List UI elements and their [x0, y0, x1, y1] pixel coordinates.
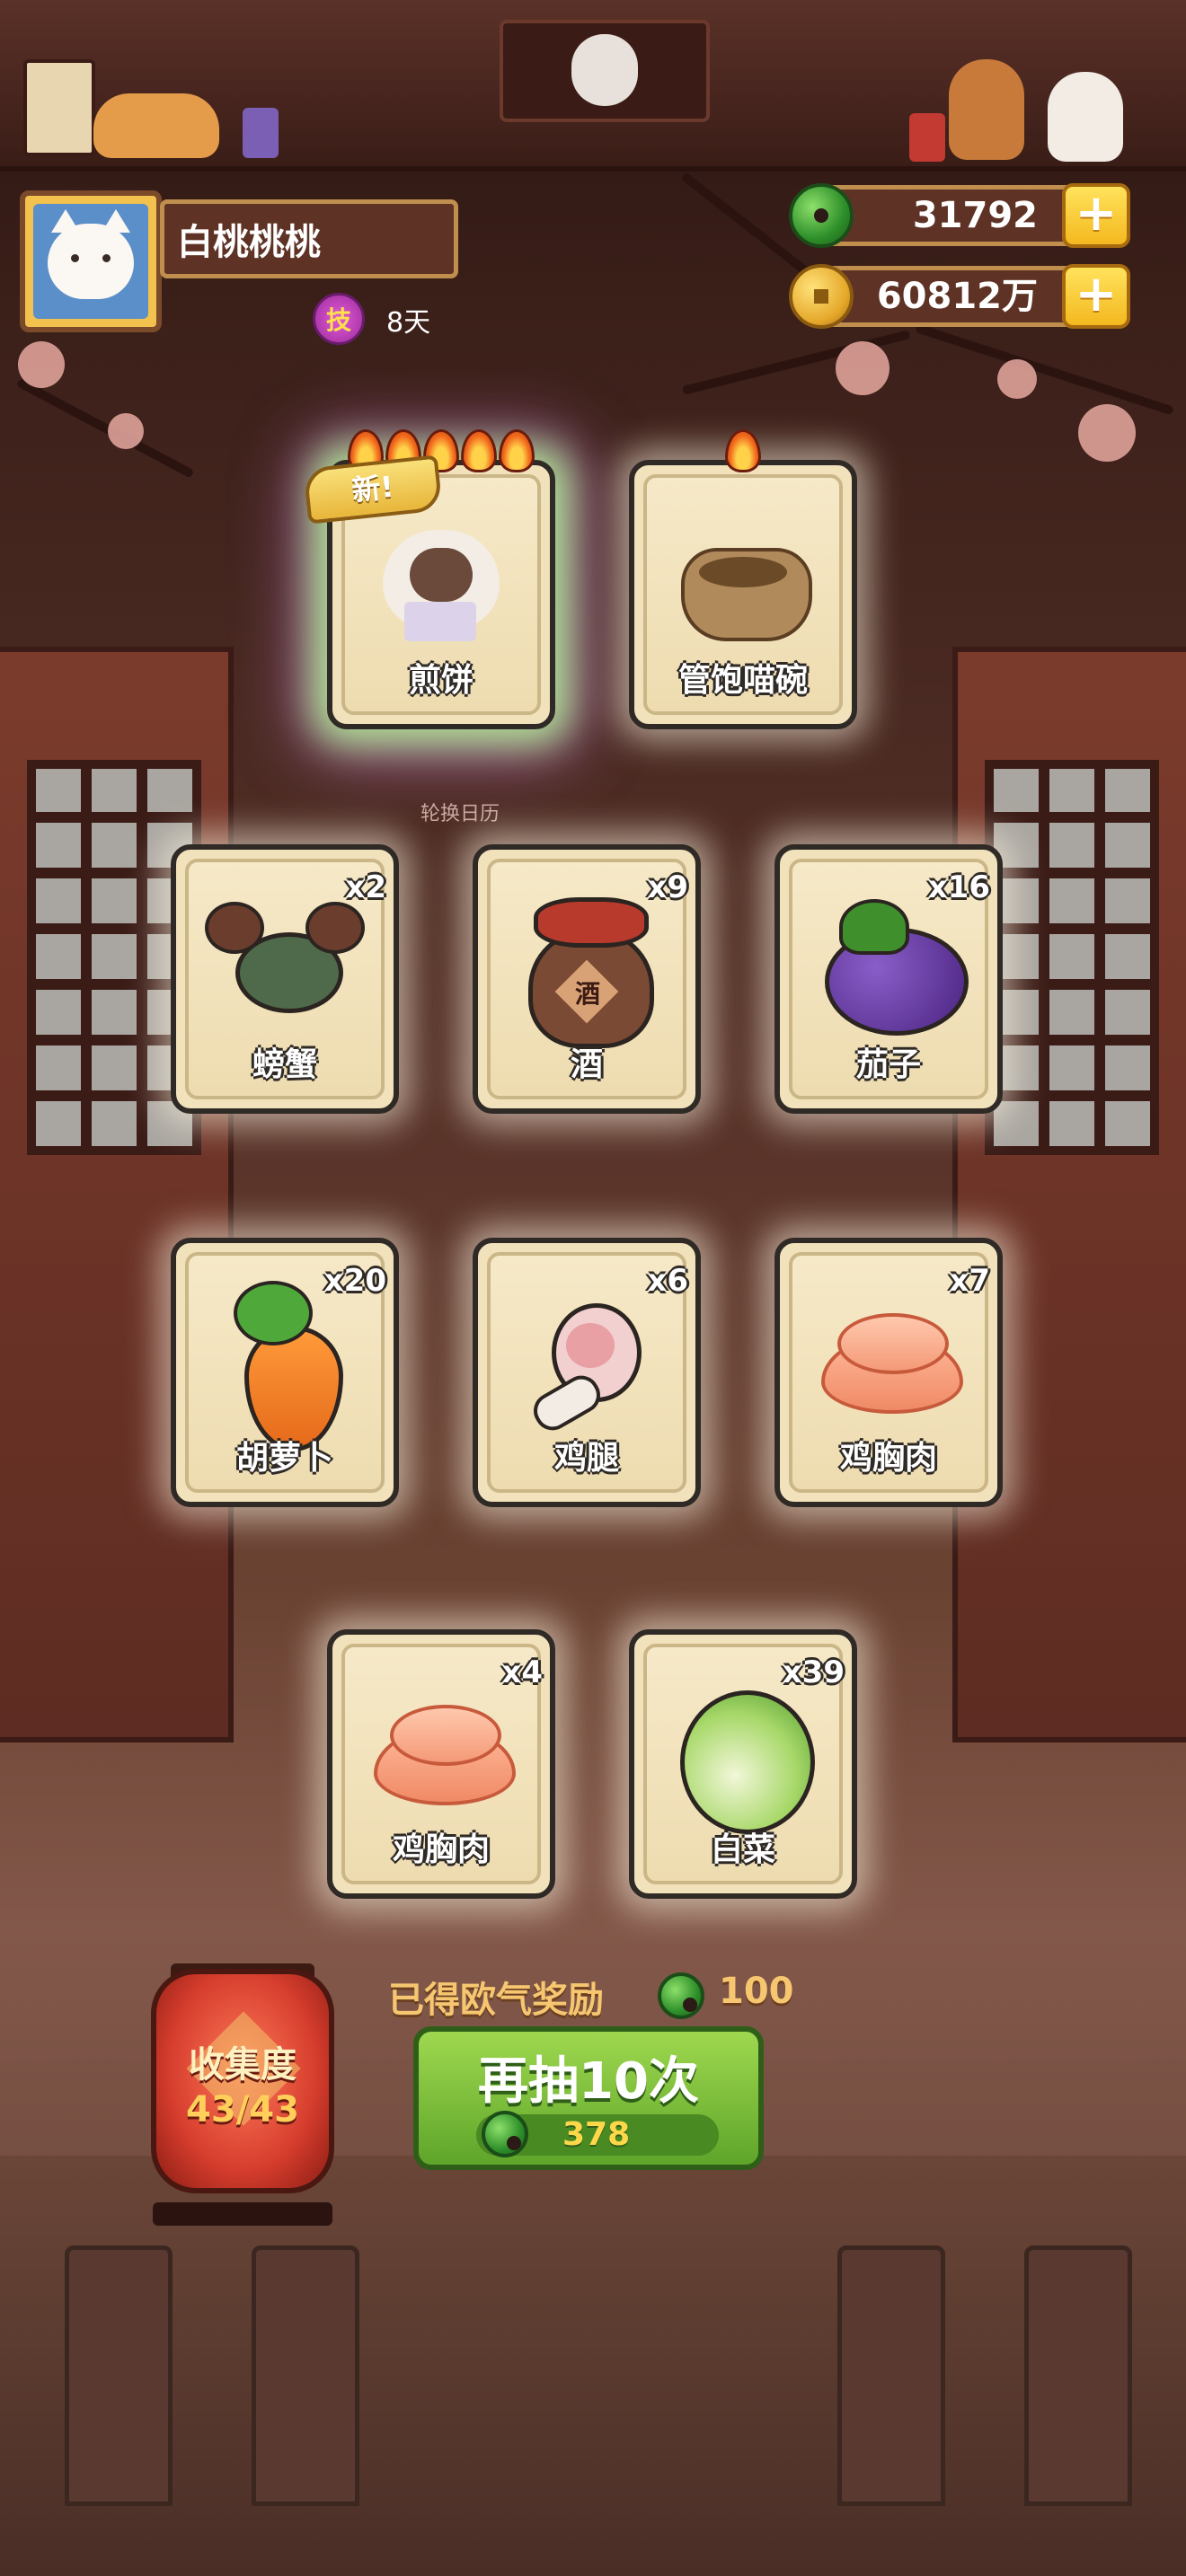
jade-icon	[658, 1972, 704, 2019]
add-jade-button[interactable]: +	[1062, 183, 1130, 248]
lantern-stand	[153, 2202, 332, 2226]
avatar-cat-icon	[48, 209, 134, 299]
draw-button-label: 再抽10次	[478, 2052, 699, 2111]
fence-post	[1024, 2245, 1132, 2506]
card-name: 胡萝卜	[235, 1440, 333, 1477]
card-name: 鸡腿	[553, 1440, 619, 1477]
blossom	[997, 359, 1037, 399]
reward-card-drumstick[interactable]: x6 鸡腿	[473, 1238, 701, 1507]
card-name: 白菜	[710, 1831, 775, 1868]
flame-icon	[499, 429, 535, 472]
collection-title: 收集度	[189, 2044, 296, 2086]
reward-label: 已得欧气奖励	[388, 1980, 604, 2021]
reward-card-cat[interactable]: 新! 煎饼	[303, 429, 555, 729]
jar-icon	[909, 113, 945, 162]
grandpa-cat-icon	[571, 34, 638, 106]
reward-card-cabbage[interactable]: x39 白菜	[629, 1629, 857, 1899]
player-avatar[interactable]	[20, 190, 162, 332]
drumstick-icon	[510, 1285, 663, 1438]
blossom	[1078, 404, 1136, 462]
crab-icon	[199, 896, 370, 1040]
eggplant-icon	[812, 892, 969, 1045]
card-name: 茄子	[855, 1046, 921, 1083]
jar-icon	[243, 108, 279, 158]
blossom	[18, 341, 65, 388]
flame-icon	[461, 429, 497, 472]
card-name: 酒	[570, 1046, 603, 1083]
reward-card-bowl[interactable]: 管饱喵碗	[629, 429, 857, 729]
jade-icon	[482, 2111, 528, 2157]
rotate-calendar-label: 轮换日历	[420, 803, 500, 825]
days-label: 8天	[386, 307, 431, 339]
fence-post	[837, 2245, 945, 2506]
draw-10-button[interactable]: 再抽10次 378	[413, 2026, 764, 2170]
coin-icon	[789, 264, 854, 329]
left-wall-panel	[0, 647, 234, 1742]
cat-portrait-banner[interactable]	[500, 20, 710, 122]
add-coin-button[interactable]: +	[1062, 264, 1130, 329]
jade-icon	[789, 183, 854, 248]
chicken-breast-icon	[365, 1699, 518, 1807]
reward-card-carrot[interactable]: x20 胡萝卜	[171, 1238, 399, 1507]
cat-bowl-icon	[676, 530, 812, 642]
reward-card-crab[interactable]: x2 螃蟹	[171, 844, 399, 1114]
card-name: 煎饼	[408, 662, 474, 699]
player-name[interactable]: 白桃桃桃	[160, 199, 458, 278]
blossom	[836, 341, 890, 395]
rarity-flames	[634, 429, 852, 472]
card-name: 管饱喵碗	[677, 662, 808, 699]
reward-card-chicken-breast[interactable]: x4 鸡胸肉	[327, 1629, 555, 1899]
siamese-cat-icon	[374, 521, 509, 647]
fence-post	[65, 2245, 173, 2506]
collection-lantern[interactable]: 收集度 43/43	[151, 1969, 334, 2193]
top-shelf	[0, 0, 1186, 172]
scroll-icon[interactable]	[23, 59, 95, 156]
cat-character-icon	[1048, 72, 1123, 162]
item-count: x4	[501, 1654, 543, 1690]
card-name: 鸡胸肉	[839, 1440, 937, 1477]
draw-cost: 378	[562, 2116, 631, 2153]
carrot-icon	[208, 1281, 361, 1452]
flame-icon	[725, 429, 761, 472]
reward-value: 100	[719, 1971, 794, 2012]
reward-card-chicken-breast[interactable]: x7 鸡胸肉	[774, 1238, 1003, 1507]
right-wall-panel	[952, 647, 1186, 1742]
card-name: 鸡胸肉	[392, 1831, 490, 1868]
skill-badge[interactable]: 技	[313, 293, 365, 345]
card-name: 螃蟹	[252, 1046, 317, 1083]
blossom	[108, 413, 144, 449]
cabbage-icon	[662, 1672, 824, 1835]
child-character-icon	[949, 59, 1024, 160]
item-count: x7	[949, 1263, 990, 1299]
collection-value: 43/43	[186, 2089, 299, 2130]
sleeping-cat-icon	[93, 93, 219, 158]
chicken-breast-icon	[812, 1308, 965, 1416]
wine-jar-icon: 酒	[510, 892, 663, 1049]
reward-card-wine[interactable]: x9 酒 酒	[473, 844, 701, 1114]
fence-post	[252, 2245, 359, 2506]
reward-card-eggplant[interactable]: x16 茄子	[774, 844, 1003, 1114]
